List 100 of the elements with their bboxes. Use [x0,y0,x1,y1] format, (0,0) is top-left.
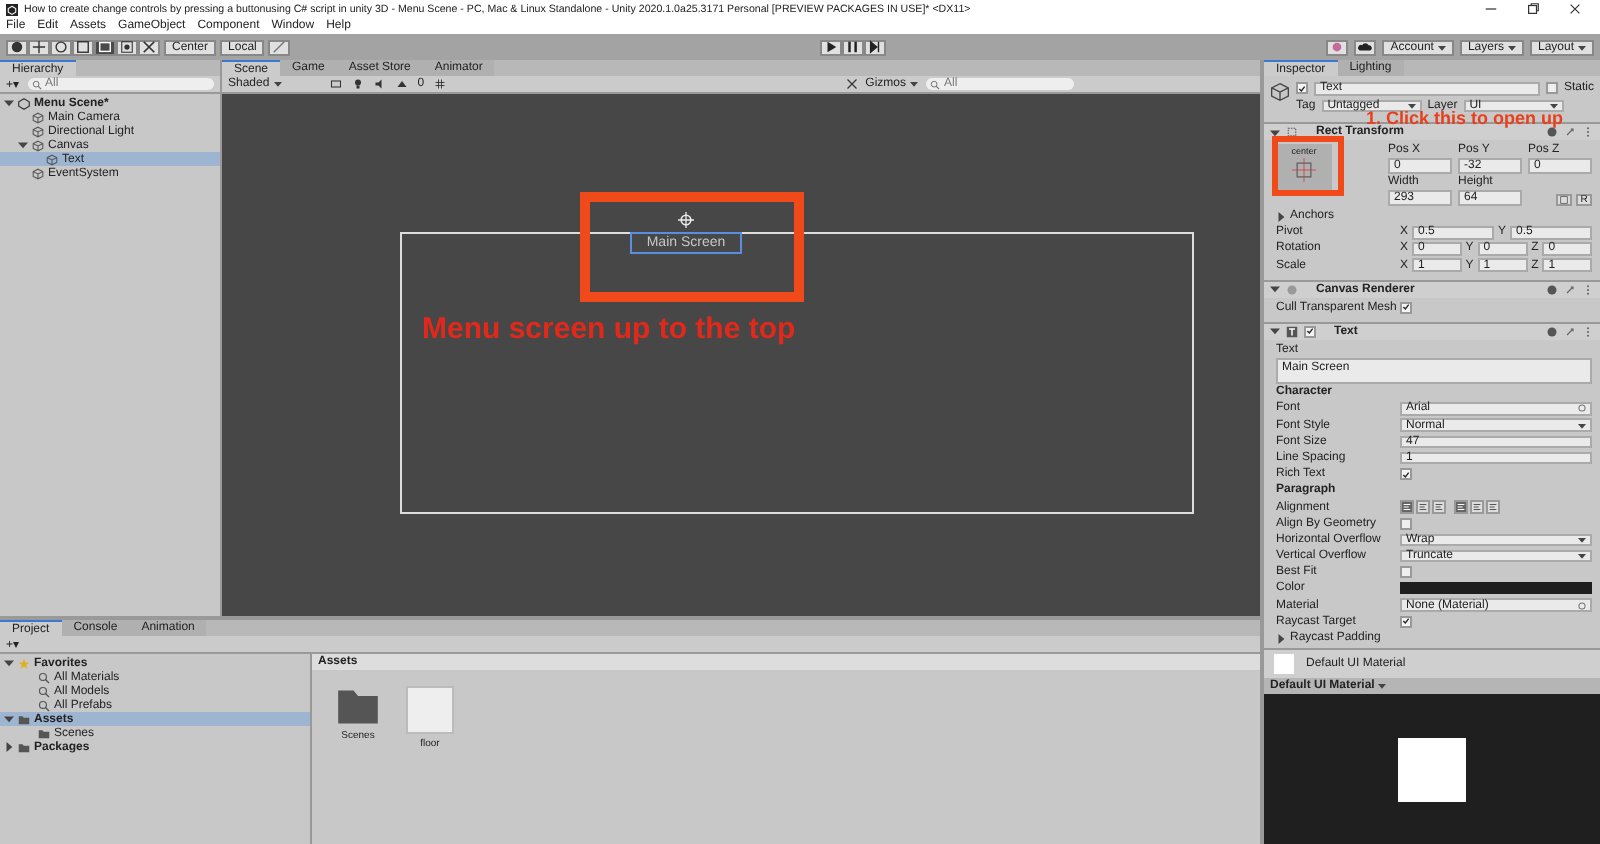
move-tool-button[interactable] [28,39,50,55]
square-icon [1560,195,1568,204]
cross-arrows-icon [32,40,46,54]
transform-tool-button[interactable] [116,39,138,55]
checkmark-icon [1402,302,1410,313]
help-icon[interactable] [1546,325,1558,338]
expand-caret-icon[interactable] [1276,633,1286,644]
align-lines-icon [1418,502,1428,513]
anchor-square-icon [1292,158,1316,182]
square-icon [76,40,90,54]
annotation-text: 1. Click this to open up [1366,108,1564,128]
static-checkbox[interactable] [1545,82,1558,95]
preset-icon[interactable] [1564,325,1576,338]
restore-icon[interactable] [1526,2,1540,16]
pause-button[interactable] [842,39,865,55]
checkmark-icon [1306,326,1314,337]
enabled-checkbox[interactable] [1304,325,1316,338]
play-button[interactable] [820,39,843,55]
expand-caret-icon[interactable] [4,714,14,724]
alignment-button[interactable] [1416,500,1430,514]
blueprint-mode-button[interactable] [1556,193,1572,206]
snap-button[interactable] [268,39,291,55]
dropdown-caret-icon [1507,43,1516,51]
help-icon[interactable] [1546,283,1558,296]
rect-transform-icon [1286,126,1298,138]
expand-caret-icon[interactable] [1270,326,1280,337]
transform-icon [120,40,134,54]
rotate-tool-button[interactable] [50,39,72,55]
cross-icon [142,40,156,54]
checkbox[interactable] [1400,517,1412,530]
expand-caret-icon[interactable] [4,742,14,752]
lightbulb-icon[interactable] [351,78,364,90]
pivot-gizmo-icon[interactable] [678,212,694,228]
expand-caret-icon[interactable] [1270,284,1280,295]
dropdown-caret-icon [1407,101,1416,110]
scale-tool-button[interactable] [72,39,94,55]
alignment-button[interactable] [1432,500,1446,514]
align-lines-icon [1472,502,1482,513]
align-lines-icon [1456,502,1466,513]
checkbox[interactable] [1400,301,1412,314]
step-button[interactable] [864,39,887,55]
rectangle-icon [98,40,112,54]
checkbox[interactable] [1400,615,1412,628]
align-lines-icon [1488,502,1498,513]
cube-icon [1270,82,1290,102]
dot-icon [1330,40,1345,54]
alignment-button[interactable] [1400,500,1414,514]
dropdown-caret-icon [1578,43,1586,51]
rect-tool-button[interactable] [94,39,116,55]
alignment-button[interactable] [1470,500,1484,514]
search-icon [31,79,42,89]
star-icon [18,657,30,669]
object-picker-icon[interactable] [1578,601,1586,610]
dropdown-caret-icon [1578,421,1586,430]
align-lines-icon [1402,502,1412,513]
material-swatch [1274,654,1294,675]
preset-icon[interactable] [1564,126,1576,138]
ring-icon [54,40,68,54]
alignment-button[interactable] [1454,500,1468,514]
dropdown-caret-icon [1549,101,1558,110]
view-tool-button[interactable] [6,39,28,55]
folder-icon[interactable] [336,686,380,726]
annotation-text: Menu screen up to the top [422,312,796,346]
texture-thumbnail[interactable] [406,686,454,734]
checkbox[interactable] [1400,566,1412,579]
slash-icon [272,40,287,54]
pause-icon [846,40,861,54]
help-icon[interactable] [1546,126,1558,138]
highlight-frame [1272,136,1344,196]
active-checkbox[interactable] [1296,82,1308,95]
preset-icon[interactable] [1564,283,1576,296]
tools-icon[interactable] [845,78,858,90]
dropdown-caret-icon [1437,43,1446,51]
expand-caret-icon[interactable] [4,98,14,108]
play-icon [824,40,839,54]
grid-icon[interactable] [434,78,447,90]
checkmark-icon [1298,83,1306,94]
minimize-icon[interactable] [1484,2,1498,16]
expand-caret-icon[interactable] [1270,127,1280,137]
text-component-icon [1286,325,1298,338]
unity-scene-icon [18,97,30,109]
align-lines-icon [1434,502,1444,513]
close-icon[interactable] [1568,2,1582,16]
2d-toggle-icon[interactable] [329,78,342,90]
object-picker-icon[interactable] [1578,404,1586,413]
custom-tool-button[interactable] [138,39,160,55]
color-field[interactable] [1400,582,1592,595]
checkbox[interactable] [1400,468,1412,481]
circle-icon [10,40,24,54]
search-icon [930,79,940,89]
expand-caret-icon[interactable] [4,658,14,668]
cloud-icon [1358,40,1373,54]
preview-square [1398,737,1466,802]
dropdown-caret-icon [910,80,918,88]
renderer-icon [1286,283,1298,296]
alignment-button[interactable] [1486,500,1500,514]
dropdown-caret-icon [273,80,282,88]
expand-caret-icon[interactable] [1276,211,1286,222]
cloud-button[interactable] [1354,39,1377,55]
checkmark-icon [1402,616,1410,627]
